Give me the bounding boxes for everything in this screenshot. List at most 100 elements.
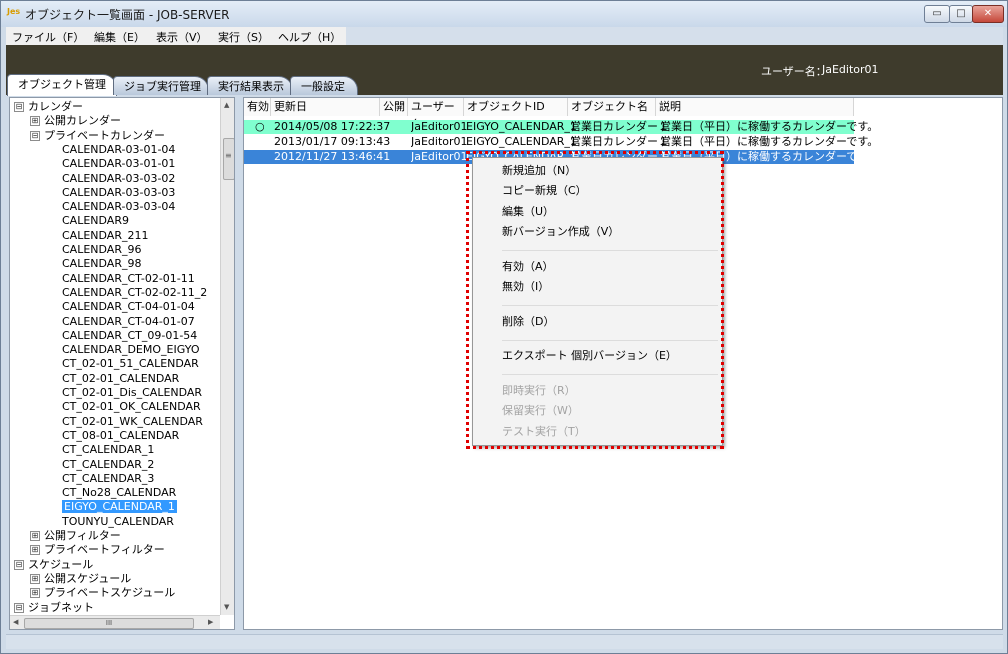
maximize-button[interactable]: □ <box>949 5 973 23</box>
table-row[interactable]: 2013/01/17 09:13:43 JaEditor01 EIGYO_CALEN… <box>244 135 878 149</box>
collapse-icon[interactable]: ⊟ <box>30 130 40 141</box>
tree-item[interactable]: CALENDAR-03-03-04 <box>62 200 175 214</box>
tree-item[interactable]: CALENDAR_DEMO_EIGYO <box>62 343 199 357</box>
collapse-icon[interactable]: ⊟ <box>14 559 24 570</box>
tree-item[interactable]: CT_02-01_51_CALENDAR <box>62 357 199 371</box>
tab-general-settings[interactable]: 一般設定 <box>290 76 358 95</box>
tree-item-label: 公開フィルター <box>44 529 121 542</box>
tree-vertical-scrollbar[interactable]: ▲ ≡ ▼ <box>220 98 234 615</box>
tree-hscroll-thumb[interactable]: III <box>24 618 194 629</box>
tree-item[interactable]: CALENDAR_CT-02-01-11 <box>62 272 195 286</box>
collapse-icon[interactable]: ⊟ <box>14 102 24 112</box>
tree-item[interactable]: CT_02-01_OK_CALENDAR <box>62 400 201 414</box>
menu-file[interactable]: ファイル（F） <box>12 29 84 45</box>
tab-job-execution[interactable]: ジョブ実行管理 <box>113 76 209 95</box>
tree-item-label: CT_02-01_WK_CALENDAR <box>62 414 203 428</box>
tree-item[interactable]: ⊞ 公開スケジュール <box>30 572 131 586</box>
tree-item-label: CT_02-01_51_CALENDAR <box>62 357 199 371</box>
scroll-left-icon[interactable]: ◀ <box>13 618 18 626</box>
tree-item[interactable]: ⊟ スケジュール <box>14 558 93 572</box>
tree-item[interactable]: CT_No28_CALENDAR <box>62 486 176 500</box>
tree-item-label: CALENDAR_CT_09-01-54 <box>62 328 198 342</box>
menu-run[interactable]: 実行（S） <box>218 29 269 45</box>
tree-item[interactable]: ⊟ ジョブネット <box>14 601 94 615</box>
tree-item-label: CT_08-01_CALENDAR <box>62 428 180 442</box>
scroll-right-icon[interactable]: ▶ <box>208 618 213 626</box>
tree-item-label: プライベートスケジュール <box>44 586 176 600</box>
tree-item[interactable]: CT_08-01_CALENDAR <box>62 429 179 443</box>
tree-item[interactable]: CALENDAR_96 <box>62 243 141 257</box>
tree-item[interactable]: CALENDAR-03-03-02 <box>62 172 175 186</box>
scroll-up-icon[interactable]: ▲ <box>224 101 229 109</box>
tree-item[interactable]: CT_02-01_Dis_CALENDAR <box>62 386 202 400</box>
tree-item[interactable]: ⊞ 公開カレンダー <box>30 114 121 128</box>
tree-item[interactable]: CALENDAR-03-01-01 <box>62 157 175 171</box>
tree-item[interactable]: ⊟ プライベートカレンダー <box>30 129 165 143</box>
column-header-user[interactable]: ユーザー名 <box>408 98 464 131</box>
tree-item[interactable]: CALENDAR9 <box>62 214 129 228</box>
tree-item-label: CALENDAR_211 <box>62 228 149 242</box>
expand-icon[interactable]: ⊞ <box>30 545 40 556</box>
window-title: オブジェクト一覧画面 - JOB-SERVER <box>25 8 230 22</box>
tree-horizontal-scrollbar[interactable]: ◀ III ▶ <box>10 615 220 629</box>
tree-item[interactable]: CT_02-01_CALENDAR <box>62 372 179 386</box>
tree-item[interactable]: CALENDAR_CT-04-01-07 <box>62 315 195 329</box>
column-header-public[interactable]: 公開 <box>380 98 408 116</box>
tree-item[interactable]: CALENDAR_CT-04-01-04 <box>62 300 195 314</box>
tree-item[interactable]: ⊞ 公開フィルター <box>30 529 121 543</box>
menu-edit[interactable]: 編集（E） <box>94 29 145 45</box>
cell-description: 営業日（平日）に稼働するカレンダーです。 <box>660 120 879 133</box>
close-button[interactable]: ✕ <box>972 5 1004 23</box>
tree-item[interactable]: CT_CALENDAR_3 <box>62 472 154 486</box>
tree-item[interactable]: CALENDAR_211 <box>62 229 148 243</box>
tree-item-label: CALENDAR_CT-04-01-07 <box>62 314 195 328</box>
tree-scroll-thumb[interactable]: ≡ <box>223 138 234 180</box>
cell-updated: 2013/01/17 09:13:43 <box>274 135 391 148</box>
object-tree[interactable]: ⊟ カレンダー ⊞ 公開カレンダー ⊟ プライベートカレンダー CALENDAR-03-01… <box>9 97 235 630</box>
tree-item[interactable]: CALENDAR-03-03-03 <box>62 186 175 200</box>
tree-item-label: CT_No28_CALENDAR <box>62 486 177 500</box>
scroll-down-icon[interactable]: ▼ <box>224 603 229 611</box>
table-row[interactable]: ○ 2014/05/08 17:22:37 JaEditor01 EIGYO_CALE… <box>244 120 878 134</box>
cell-object-name: 営業日カレンダー１ <box>570 135 669 148</box>
cell-object-id: EIGYO_CALENDAR_1 <box>466 135 577 148</box>
expand-icon[interactable]: ⊞ <box>30 588 40 599</box>
tab-object-management[interactable]: オブジェクト管理 <box>7 74 117 96</box>
tree-item[interactable]: TOUNYU_CALENDAR <box>62 515 174 529</box>
tree-item[interactable]: ⊞ プライベートフィルター <box>30 543 165 557</box>
tree-item[interactable]: CALENDAR_98 <box>62 257 141 271</box>
tab-execution-results[interactable]: 実行結果表示 <box>207 76 293 95</box>
tree-item-label: EIGYO_CALENDAR_1 <box>62 500 177 514</box>
cell-object-id: EIGYO_CALENDAR_1 <box>466 120 577 133</box>
tree-item-label: CT_02-01_Dis_CALENDAR <box>62 386 203 399</box>
tree-item[interactable]: ⊞ プライベートスケジュール <box>30 586 175 600</box>
tree-item[interactable]: CALENDAR_CT-02-02-11_2 <box>62 286 207 300</box>
menu-bar: ファイル（F） 編集（E） 表示（V） 実行（S） ヘルプ（H） <box>6 27 346 45</box>
column-header-description[interactable]: 説明 <box>656 98 854 116</box>
cell-user: JaEditor01 <box>411 120 468 133</box>
tree-item-label: CALENDAR_CT-04-01-04 <box>62 300 195 314</box>
column-header-object-id[interactable]: オブジェクトID <box>464 98 568 116</box>
expand-icon[interactable]: ⊞ <box>30 573 40 584</box>
tree-item-label: ジョブネット <box>28 600 94 614</box>
expand-icon[interactable]: ⊞ <box>30 531 40 541</box>
tree-item[interactable]: CT_02-01_WK_CALENDAR <box>62 415 203 429</box>
tree-item-label: CT_02-01_CALENDAR <box>62 371 180 385</box>
collapse-icon[interactable]: ⊟ <box>14 602 24 613</box>
tree-item[interactable]: EIGYO_CALENDAR_1 <box>62 500 177 514</box>
expand-icon[interactable]: ⊞ <box>30 116 40 127</box>
column-header-object-name[interactable]: オブジェクト名 <box>568 98 656 116</box>
column-header-updated[interactable]: 更新日 <box>271 98 380 116</box>
menu-help[interactable]: ヘルプ（H） <box>278 29 341 45</box>
tree-item-label: プライベートカレンダー <box>44 128 165 142</box>
tree-item[interactable]: ⊟ カレンダー <box>14 100 83 114</box>
tree-item-label: CALENDAR-03-03-02 <box>62 171 176 185</box>
tree-item-label: CALENDAR_96 <box>62 243 142 256</box>
tree-item[interactable]: CALENDAR_CT_09-01-54 <box>62 329 197 343</box>
tree-item[interactable]: CALENDAR-03-01-04 <box>62 143 175 157</box>
column-header-enabled[interactable]: 有効 <box>244 98 271 116</box>
tree-item[interactable]: CT_CALENDAR_2 <box>62 458 154 472</box>
minimize-button[interactable]: ▭ <box>924 5 950 23</box>
menu-view[interactable]: 表示（V） <box>156 29 208 45</box>
tree-item[interactable]: CT_CALENDAR_1 <box>62 443 154 457</box>
